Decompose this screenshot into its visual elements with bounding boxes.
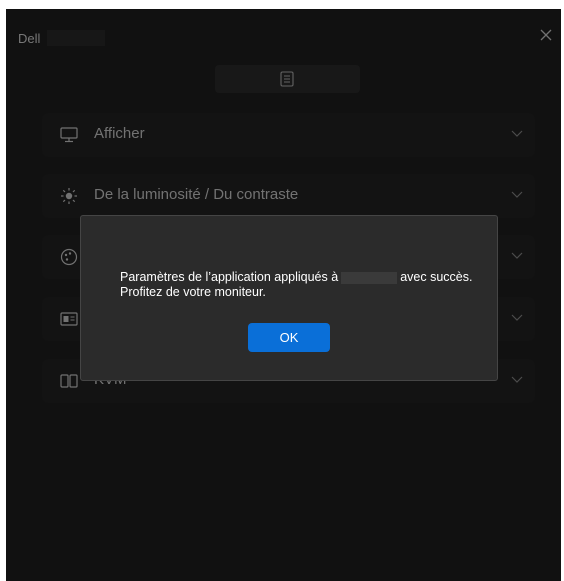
ok-button[interactable]: OK xyxy=(248,323,330,352)
dialog-message-line2: Profitez de votre moniteur. xyxy=(120,285,266,299)
dialog-message-part2: avec succès. xyxy=(400,270,473,284)
redacted-model-name xyxy=(341,271,398,284)
success-dialog: Paramètres de l’application appliqués à a… xyxy=(80,215,498,381)
dialog-message-part1: Paramètres de l’application appliqués à xyxy=(120,270,339,284)
dialog-message: Paramètres de l’application appliqués à a… xyxy=(120,270,472,300)
app-window: Dell Afficher De la luminosité / Du cont… xyxy=(6,9,561,581)
